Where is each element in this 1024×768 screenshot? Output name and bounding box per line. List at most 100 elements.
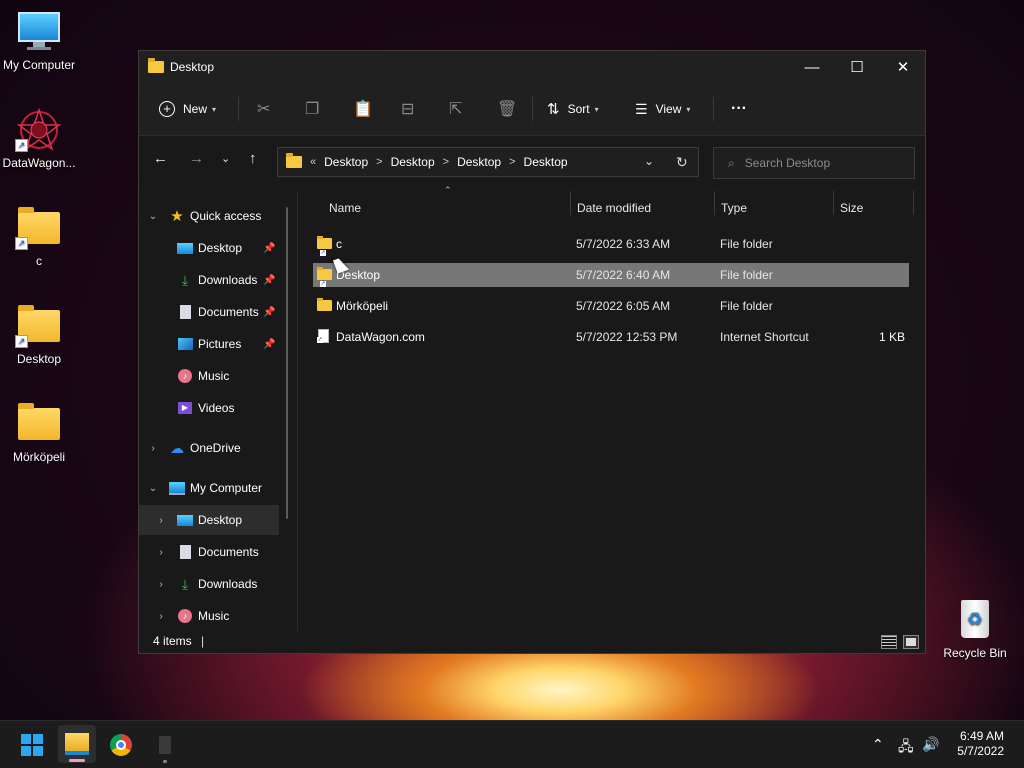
pin-icon[interactable]: 📌: [263, 243, 275, 254]
chevron-right-icon[interactable]: ›: [155, 515, 167, 526]
search-placeholder: Search Desktop: [744, 156, 831, 170]
documents-icon: [177, 545, 193, 559]
breadcrumb-chevron-icon[interactable]: >: [509, 156, 515, 168]
sidebar-item-my-computer[interactable]: ⌄ My Computer: [139, 473, 279, 503]
desktop-icon-desktop[interactable]: ↗ Desktop: [0, 302, 78, 366]
minimize-button[interactable]: —: [789, 51, 835, 83]
chevron-right-icon[interactable]: ›: [155, 547, 167, 558]
chevron-down-icon[interactable]: ⌄: [147, 483, 159, 494]
share-icon[interactable]: ⇱: [449, 99, 462, 119]
sidebar-item-music[interactable]: ♪ Music: [139, 361, 279, 391]
column-divider[interactable]: [714, 191, 715, 215]
pin-icon[interactable]: 📌: [263, 339, 275, 350]
sidebar-item-documents-pinned[interactable]: Documents 📌: [139, 297, 279, 327]
new-label: New: [183, 102, 208, 116]
refresh-icon[interactable]: ↻: [676, 154, 688, 171]
taskbar-chrome[interactable]: [105, 730, 137, 760]
view-label: View: [655, 102, 682, 116]
desktop-icon-my-computer[interactable]: My Computer: [0, 8, 78, 72]
table-row[interactable]: ↗ DataWagon.com 5/7/2022 12:53 PM Intern…: [313, 325, 909, 349]
column-divider[interactable]: [833, 191, 834, 215]
column-header-date[interactable]: Date modified: [577, 195, 713, 221]
sort-button[interactable]: ⇅ Sort ▾: [547, 97, 599, 121]
desktop-icon-datawagon[interactable]: ↗ DataWagon...: [0, 106, 78, 170]
start-button[interactable]: [16, 730, 48, 760]
breadcrumb-item[interactable]: Desktop: [391, 155, 435, 169]
column-divider[interactable]: [570, 191, 571, 215]
search-input[interactable]: ⌕ Search Desktop: [713, 147, 915, 179]
breadcrumb-chevron-icon[interactable]: >: [443, 156, 449, 168]
desktop-icon-c[interactable]: ↗ c: [0, 204, 78, 268]
sidebar-item-label: Quick access: [190, 209, 262, 223]
sidebar-item-desktop-selected[interactable]: › Desktop: [139, 505, 279, 535]
address-dropdown-chevron-icon[interactable]: ⌄: [644, 154, 654, 168]
volume-icon[interactable]: 🔊: [922, 736, 939, 753]
file-name: Mörköpeli: [336, 299, 389, 313]
sidebar-scrollbar[interactable]: [286, 207, 288, 519]
overflow-icon[interactable]: «: [310, 156, 316, 168]
search-icon: ⌕: [728, 155, 735, 170]
breadcrumb-item[interactable]: Desktop: [524, 155, 568, 169]
sidebar-item-music-2[interactable]: › ♪ Music: [139, 601, 279, 631]
column-header-type[interactable]: Type: [721, 195, 831, 221]
column-header-name[interactable]: Name: [329, 195, 569, 221]
desktop-icon-label: DataWagon...: [2, 156, 76, 170]
sidebar-item-pictures-pinned[interactable]: Pictures 📌: [139, 329, 279, 359]
sidebar-item-videos[interactable]: ▶ Videos: [139, 393, 279, 423]
table-row-selected[interactable]: ↗ Desktop 5/7/2022 6:40 AM File folder: [313, 263, 909, 287]
back-arrow-icon[interactable]: ←: [153, 150, 168, 167]
column-divider[interactable]: [913, 191, 914, 215]
details-view-icon[interactable]: [881, 635, 897, 649]
title-bar[interactable]: Desktop — ☐ ✕: [139, 51, 925, 83]
cut-icon[interactable]: ✂: [257, 99, 270, 119]
view-button[interactable]: ☰ View ▾: [635, 97, 690, 121]
new-button[interactable]: + New ▾: [159, 97, 216, 121]
desktop-icon-recycle-bin[interactable]: ♻ Recycle Bin: [936, 596, 1014, 660]
sidebar-item-label: Pictures: [198, 337, 242, 351]
table-row[interactable]: ↗ c 5/7/2022 6:33 AM File folder: [313, 232, 909, 256]
chevron-right-icon[interactable]: ›: [147, 443, 159, 454]
pin-icon[interactable]: 📌: [263, 275, 275, 286]
large-icons-view-icon[interactable]: [903, 635, 919, 649]
forward-arrow-icon[interactable]: →: [189, 150, 204, 167]
file-name: c: [336, 237, 342, 251]
breadcrumb-item[interactable]: Desktop: [324, 155, 368, 169]
delete-icon[interactable]: 🗑: [497, 99, 517, 119]
sidebar-item-downloads-pinned[interactable]: ⤓ Downloads 📌: [139, 265, 279, 295]
sidebar-item-quick-access[interactable]: ⌄ ★ Quick access: [139, 201, 279, 231]
table-row[interactable]: Mörköpeli 5/7/2022 6:05 AM File folder: [313, 294, 909, 318]
sidebar-item-desktop-pinned[interactable]: Desktop 📌: [139, 233, 279, 263]
sidebar-item-onedrive[interactable]: › ☁ OneDrive: [139, 433, 279, 463]
chevron-right-icon[interactable]: ›: [155, 579, 167, 590]
address-bar[interactable]: « Desktop > Desktop > Desktop > Desktop …: [277, 147, 699, 177]
network-icon[interactable]: 🖧: [898, 736, 914, 760]
show-hidden-icons-chevron-icon[interactable]: ⌃: [872, 736, 884, 753]
taskbar: ⌃ 🖧 🔊 6:49 AM 5/7/2022: [0, 720, 1024, 768]
column-header-size[interactable]: Size: [840, 195, 910, 221]
internet-shortcut-icon: ↗: [317, 329, 329, 343]
pane-divider[interactable]: [297, 191, 298, 631]
breadcrumb-chevron-icon[interactable]: >: [376, 156, 382, 168]
breadcrumb-item[interactable]: Desktop: [457, 155, 501, 169]
rename-icon[interactable]: ⊟: [401, 99, 414, 119]
desktop-icon-morkopeli[interactable]: Mörköpeli: [0, 400, 78, 464]
up-arrow-icon[interactable]: ↑: [249, 150, 257, 167]
taskbar-file-explorer[interactable]: [58, 725, 96, 763]
shortcut-arrow-icon: ↗: [15, 237, 28, 250]
maximize-button[interactable]: ☐: [834, 51, 880, 83]
sidebar-item-downloads[interactable]: › ⤓ Downloads: [139, 569, 279, 599]
paste-icon[interactable]: 📋: [353, 99, 373, 119]
chevron-down-icon[interactable]: ⌄: [147, 211, 159, 222]
recent-locations-chevron-icon[interactable]: ⌄: [221, 152, 230, 165]
taskbar-recycle-bin[interactable]: [149, 730, 181, 763]
computer-icon: [169, 481, 185, 495]
sidebar-item-label: Desktop: [198, 513, 243, 527]
close-button[interactable]: ✕: [880, 51, 926, 83]
copy-icon[interactable]: ❐: [305, 99, 319, 119]
see-more-button[interactable]: ···: [731, 97, 747, 121]
taskbar-clock[interactable]: 6:49 AM 5/7/2022: [957, 729, 1004, 759]
music-icon: ♪: [177, 369, 193, 383]
chevron-right-icon[interactable]: ›: [155, 611, 167, 622]
pin-icon[interactable]: 📌: [263, 307, 275, 318]
sidebar-item-documents[interactable]: › Documents: [139, 537, 279, 567]
